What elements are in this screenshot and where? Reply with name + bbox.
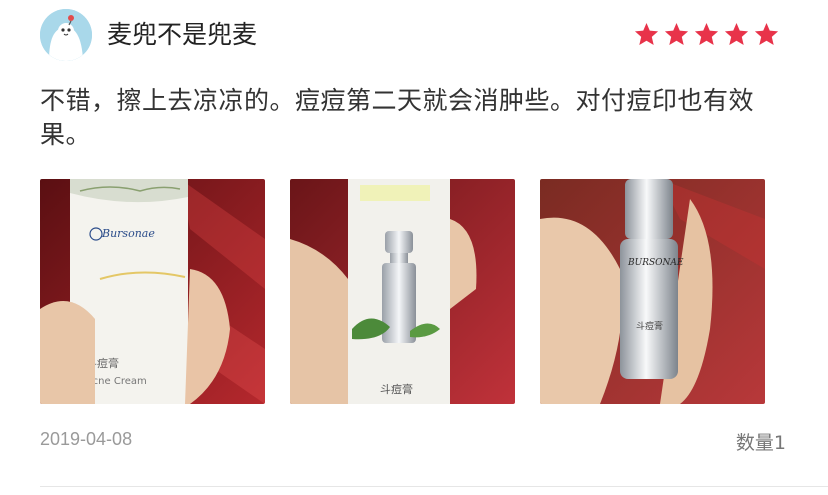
star-icon <box>754 23 779 45</box>
review-photo-1[interactable]: Bursonae 斗痘膏 Acne Cream <box>40 179 265 404</box>
review-text: 不错，擦上去凉凉的。痘痘第二天就会消肿些。对付痘印也有效果。 <box>40 86 755 149</box>
reviewer-name[interactable]: 麦兜不是兜麦 <box>107 19 257 51</box>
avatar[interactable] <box>40 9 92 61</box>
product-name-cn: 斗痘膏 <box>636 320 663 332</box>
star-icon <box>664 23 689 45</box>
penguin-avatar-icon <box>40 9 92 61</box>
star-rating <box>633 21 780 48</box>
star-icon <box>634 23 659 45</box>
star-icon <box>694 23 719 45</box>
brand-label: Bursonae <box>101 227 155 240</box>
purchase-quantity: 数量1 <box>735 432 786 454</box>
review-photo-2[interactable]: 斗痘膏 <box>290 179 515 404</box>
product-name-cn: 斗痘膏 <box>380 382 413 396</box>
product-name-en: Acne Cream <box>86 376 147 387</box>
brand-label: BURSONAE <box>627 258 684 268</box>
review-date: 2019-04-08 <box>40 429 133 449</box>
review-header: 麦兜不是兜麦 <box>40 9 780 61</box>
divider <box>40 486 828 487</box>
star-icon <box>724 23 749 45</box>
review-photo-3[interactable]: BURSONAE 斗痘膏 <box>540 179 765 404</box>
